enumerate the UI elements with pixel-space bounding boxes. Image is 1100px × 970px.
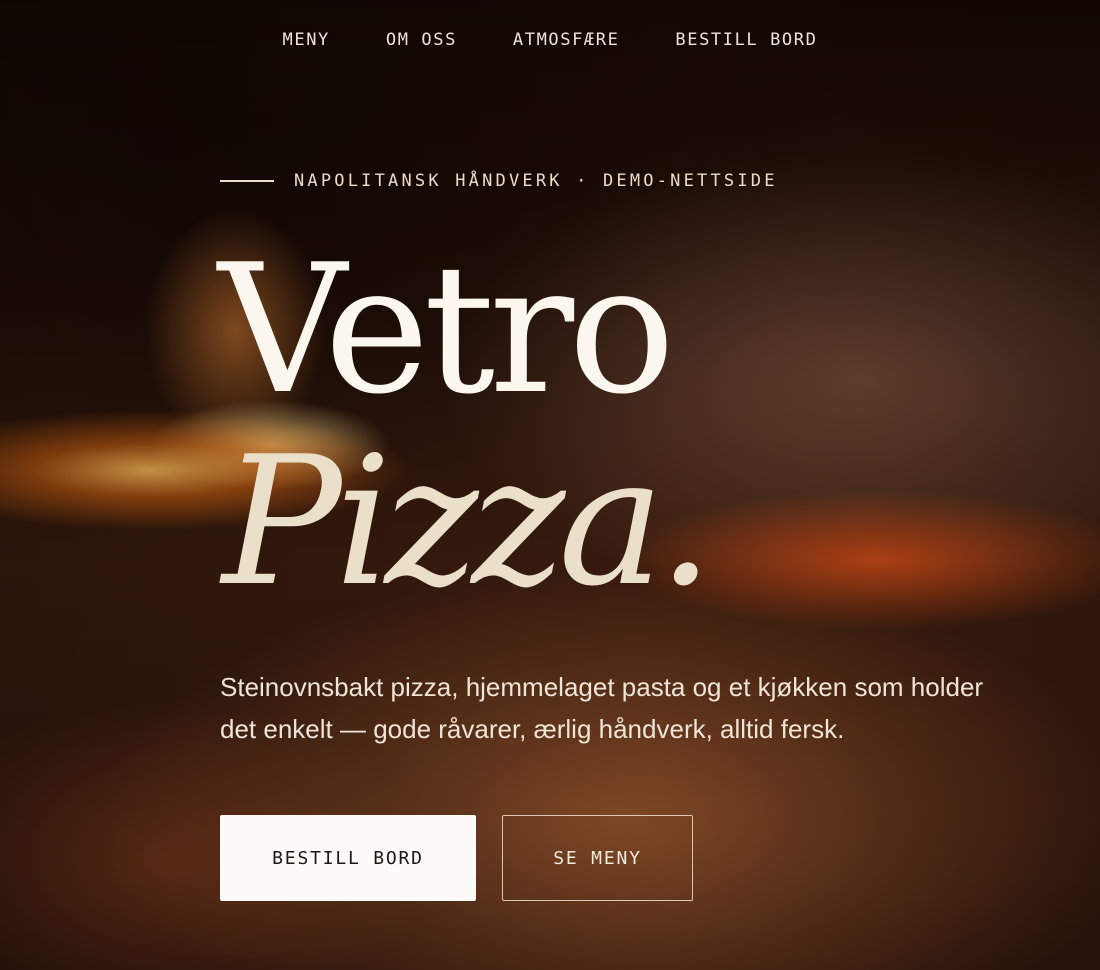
nav-link-om-oss[interactable]: OM OSS [386,30,457,50]
top-navigation: MENY OM OSS ATMOSFÆRE BESTILL BORD [0,30,1100,50]
book-table-button[interactable]: BESTILL BORD [220,815,476,901]
nav-link-meny[interactable]: MENY [283,30,330,50]
hero-section: MENY OM OSS ATMOSFÆRE BESTILL BORD NAPOL… [0,0,1100,970]
eyebrow-divider [220,180,274,182]
hero-title-pizza: Pizza. [222,418,714,625]
hero-title-vetro: Vetro [218,226,675,433]
hero-lead-text: Steinovnsbakt pizza, hjemmelaget pasta o… [220,672,984,744]
nav-link-bestill-bord[interactable]: BESTILL BORD [675,30,817,50]
hero-eyebrow: NAPOLITANSK HÅNDVERK · DEMO-NETTSIDE [220,171,778,191]
eyebrow-text: NAPOLITANSK HÅNDVERK · DEMO-NETTSIDE [294,171,778,191]
nav-link-atmosfaere[interactable]: ATMOSFÆRE [513,30,620,50]
see-menu-button[interactable]: SE MENY [502,815,693,901]
